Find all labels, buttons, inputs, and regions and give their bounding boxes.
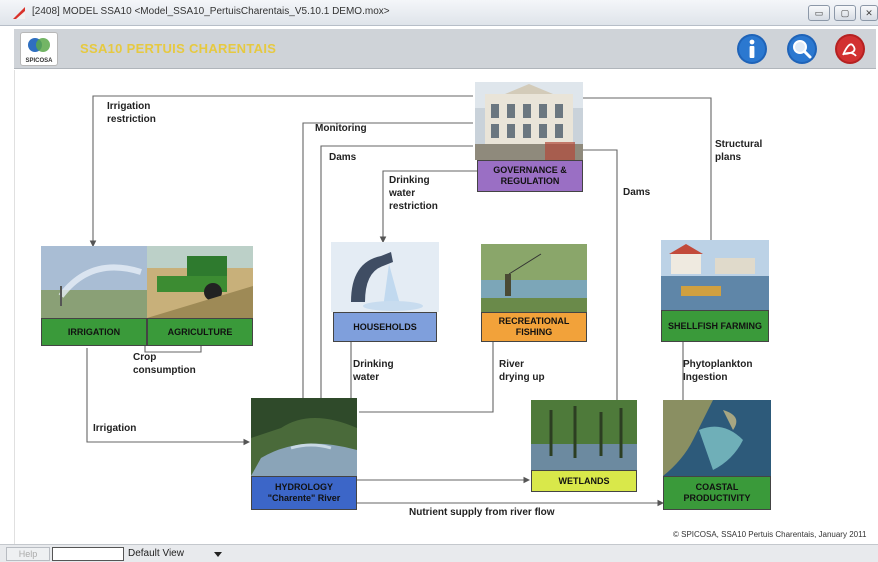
irrigation-label: IRRIGATION xyxy=(41,318,147,346)
irrigation-restriction-label: Irrigation restriction xyxy=(107,101,156,125)
spicosa-logo: SPICOSA xyxy=(20,32,58,66)
coastal-productivity-label: COASTAL PRODUCTIVITY xyxy=(663,476,771,510)
shellfish-harbour-image xyxy=(661,240,769,310)
coastal-satellite-image xyxy=(663,400,771,476)
river-drying-up-label: River drying up xyxy=(499,359,545,383)
window-titlebar: [2408] MODEL SSA10 <Model_SSA10_PertuisC… xyxy=(0,0,878,26)
model-diagram: GOVERNANCE & REGULATION IRRIGATION AGRIC… xyxy=(14,70,876,544)
info-icon[interactable] xyxy=(736,33,768,65)
structural-plans-label: Structural plans xyxy=(715,139,763,163)
maximize-button[interactable]: ▢ xyxy=(834,5,856,21)
monitoring-label: Monitoring xyxy=(315,123,367,134)
shellfish-farming-label: SHELLFISH FARMING xyxy=(661,310,769,342)
agriculture-harvester-image xyxy=(147,246,253,318)
irrigation-sprinkler-image xyxy=(41,246,147,318)
help-button[interactable]: Help xyxy=(6,547,50,561)
dams-right-label: Dams xyxy=(623,187,651,198)
river-image xyxy=(251,398,357,476)
governance-building-image xyxy=(475,82,583,160)
model-title: SSA10 PERTUIS CHARENTAIS xyxy=(80,41,277,56)
app-icon xyxy=(13,7,25,19)
irrigation-flow-label: Irrigation xyxy=(93,423,137,434)
nutrient-supply-label: Nutrient supply from river flow xyxy=(409,507,555,518)
svg-text:SPICOSA: SPICOSA xyxy=(25,58,53,64)
minimize-button[interactable]: ▭ xyxy=(808,5,830,21)
close-button[interactable]: ✕ xyxy=(860,5,878,21)
header-banner: SPICOSA SSA10 PERTUIS CHARENTAIS xyxy=(14,29,876,69)
wetlands-label: WETLANDS xyxy=(531,470,637,492)
magnifier-icon[interactable] xyxy=(786,33,818,65)
households-label: HOUSEHOLDS xyxy=(333,312,437,342)
copyright-text: © SPICOSA, SSA10 Pertuis Charentais, Jan… xyxy=(673,530,867,539)
status-bar: Help Default View xyxy=(0,544,878,562)
view-select[interactable]: Default View xyxy=(126,546,226,562)
hydrology-label: HYDROLOGY "Charente" River xyxy=(251,476,357,510)
dams-left-label: Dams xyxy=(329,152,357,163)
governance-label: GOVERNANCE & REGULATION xyxy=(477,160,583,192)
drinking-water-label: Drinking water xyxy=(353,359,394,383)
agriculture-label: AGRICULTURE xyxy=(147,318,253,346)
households-tap-image xyxy=(331,242,439,312)
status-field[interactable] xyxy=(52,547,124,561)
chevron-down-icon xyxy=(214,552,222,557)
recreational-fishing-label: RECREATIONAL FISHING xyxy=(481,312,587,342)
drinking-water-restriction-label: Drinking water restriction xyxy=(389,175,438,212)
view-select-value: Default View xyxy=(128,548,184,559)
window-title: [2408] MODEL SSA10 <Model_SSA10_PertuisC… xyxy=(32,6,390,17)
wetlands-image xyxy=(531,400,637,470)
phytoplankton-ingestion-label: Phytoplankton Ingestion xyxy=(683,359,753,383)
pdf-icon[interactable] xyxy=(834,33,866,65)
crop-consumption-label: Crop consumption xyxy=(133,352,196,376)
fishing-image xyxy=(481,244,587,312)
